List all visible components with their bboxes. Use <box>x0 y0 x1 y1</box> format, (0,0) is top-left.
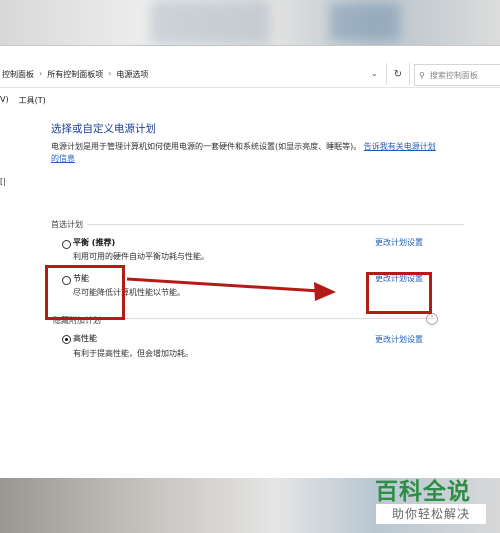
background-top <box>0 0 500 45</box>
annotation-box-high-performance <box>45 265 125 320</box>
annotation-arrowhead <box>314 282 336 301</box>
background-blur <box>330 4 400 40</box>
watermark-subtitle: 助你轻松解决 <box>376 504 486 524</box>
annotation-box-change-settings <box>366 272 432 314</box>
background-blur <box>150 0 270 45</box>
annotation-layer <box>126 277 336 301</box>
watermark-logo: 百科全说 助你轻松解决 <box>368 472 490 528</box>
control-panel-window: 控制面板 › 所有控制面板项 › 电源选项 ⌄ ↻ ⚲ 搜索控制面板 V) 工具… <box>0 46 500 478</box>
annotation-arrow-line <box>126 277 321 293</box>
watermark-title: 百科全说 <box>375 479 471 505</box>
